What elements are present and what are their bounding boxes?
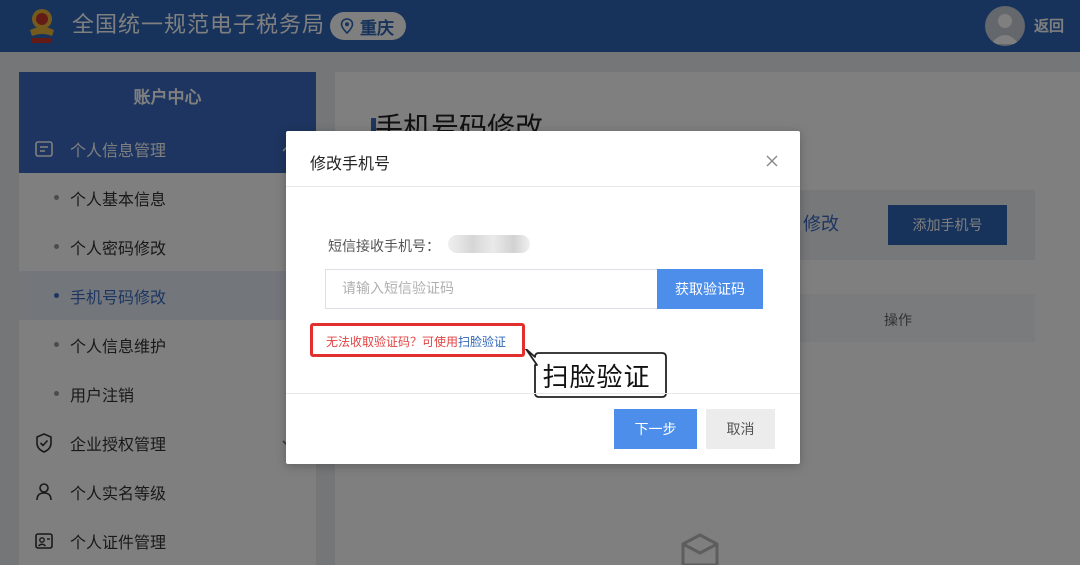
close-icon[interactable] bbox=[762, 151, 782, 171]
masked-phone-number bbox=[448, 235, 530, 253]
face-verify-link[interactable]: 扫脸验证 bbox=[458, 335, 506, 349]
callout-text: 扫脸验证 bbox=[542, 362, 651, 393]
get-code-button[interactable]: 获取验证码 bbox=[657, 269, 763, 309]
sms-code-input[interactable] bbox=[325, 269, 658, 309]
help-text: 无法收取验证码？可使用扫脸验证 bbox=[326, 333, 506, 350]
dialog-title: 修改手机号 bbox=[310, 154, 391, 173]
help-prefix: 无法收取验证码？可使用 bbox=[326, 335, 459, 349]
cancel-button[interactable]: 取消 bbox=[706, 409, 775, 449]
next-button[interactable]: 下一步 bbox=[614, 409, 697, 449]
change-phone-dialog: 修改手机号 短信接收手机号： 获取验证码 无法收取验证码？可使用扫脸验证 扫脸验… bbox=[286, 131, 800, 464]
footer-divider bbox=[286, 393, 800, 394]
phone-label: 短信接收手机号： bbox=[328, 239, 440, 255]
header-divider bbox=[286, 186, 800, 187]
